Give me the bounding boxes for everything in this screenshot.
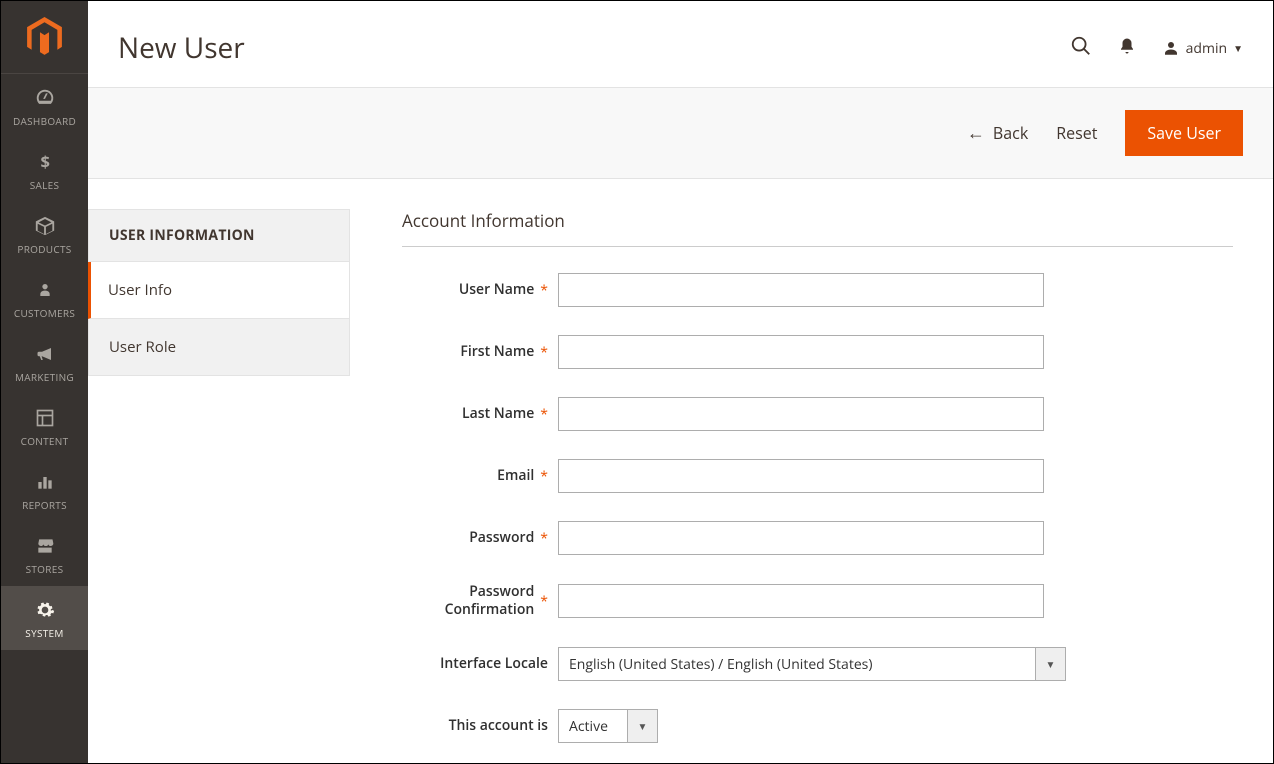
tab-label: User Role (109, 337, 176, 357)
nav-products[interactable]: PRODUCTS (1, 202, 88, 266)
label-username: User Name (459, 281, 534, 299)
megaphone-icon (34, 343, 56, 365)
nav-dashboard[interactable]: DASHBOARD (1, 74, 88, 138)
locale-select[interactable]: English (United States) / English (Unite… (558, 647, 1036, 681)
label-locale: Interface Locale (440, 655, 548, 673)
label-password-confirm: Password Confirmation (402, 583, 534, 619)
nav-label: REPORTS (22, 498, 67, 512)
tab-user-info[interactable]: User Info (88, 262, 350, 319)
nav-reports[interactable]: REPORTS (1, 458, 88, 522)
gauge-icon (34, 87, 56, 109)
action-bar: ← Back Reset Save User (88, 87, 1273, 179)
row-email: Email * (402, 459, 1233, 493)
caret-down-icon: ▼ (1233, 41, 1243, 55)
nav-label: STORES (26, 562, 64, 576)
label-account-is: This account is (449, 717, 548, 735)
locale-dropdown-button[interactable]: ▼ (1036, 647, 1066, 681)
storefront-icon (34, 535, 56, 557)
back-button[interactable]: ← Back (967, 121, 1028, 145)
arrow-left-icon: ← (967, 121, 985, 145)
row-firstname: First Name * (402, 335, 1233, 369)
nav-label: PRODUCTS (17, 242, 71, 256)
header-actions: admin ▼ (1070, 35, 1243, 62)
form-area: Account Information User Name * First Na… (402, 209, 1243, 763)
nav-label: CONTENT (21, 434, 69, 448)
required-mark: * (540, 281, 548, 300)
required-mark: * (540, 467, 548, 486)
row-lastname: Last Name * (402, 397, 1233, 431)
nav-sales[interactable]: $ SALES (1, 138, 88, 202)
nav-label: SYSTEM (25, 626, 63, 640)
content: USER INFORMATION User Info User Role Acc… (88, 179, 1273, 763)
lastname-input[interactable] (558, 397, 1044, 431)
nav-content[interactable]: CONTENT (1, 394, 88, 458)
label-password: Password (469, 529, 534, 547)
person-icon (34, 279, 56, 301)
nav-stores[interactable]: STORES (1, 522, 88, 586)
page-title: New User (118, 29, 245, 67)
nav-label: MARKETING (15, 370, 74, 384)
row-username: User Name * (402, 273, 1233, 307)
username-input[interactable] (558, 273, 1044, 307)
firstname-input[interactable] (558, 335, 1044, 369)
required-mark: * (540, 405, 548, 424)
nav-label: CUSTOMERS (14, 306, 75, 320)
nav-customers[interactable]: CUSTOMERS (1, 266, 88, 330)
tabs-panel: USER INFORMATION User Info User Role (88, 209, 350, 763)
label-lastname: Last Name (462, 405, 534, 423)
required-mark: * (540, 343, 548, 362)
email-input[interactable] (558, 459, 1044, 493)
tab-label: User Info (108, 280, 172, 300)
main-area: New User admin ▼ ← Back (88, 1, 1273, 763)
layout-icon (34, 407, 56, 429)
svg-text:$: $ (40, 151, 49, 173)
reset-label: Reset (1056, 122, 1097, 144)
notifications-icon[interactable] (1118, 37, 1136, 60)
dollar-icon: $ (34, 151, 56, 173)
tab-user-role[interactable]: User Role (88, 319, 350, 376)
nav-label: SALES (30, 178, 60, 192)
label-email: Email (497, 467, 534, 485)
section-title: Account Information (402, 209, 1233, 247)
magento-logo-icon (27, 17, 62, 57)
required-mark: * (540, 529, 548, 548)
tabs-header: USER INFORMATION (88, 209, 350, 262)
admin-account-menu[interactable]: admin ▼ (1162, 39, 1243, 58)
row-password: Password * (402, 521, 1233, 555)
row-password-confirm: Password Confirmation * (402, 583, 1233, 619)
search-icon[interactable] (1070, 35, 1092, 62)
row-account-is: This account is Active ▼ (402, 709, 1233, 743)
back-label: Back (993, 122, 1028, 144)
row-locale: Interface Locale English (United States)… (402, 647, 1233, 681)
password-input[interactable] (558, 521, 1044, 555)
admin-label: admin (1186, 39, 1227, 58)
logo[interactable] (1, 1, 88, 74)
reset-button[interactable]: Reset (1056, 122, 1097, 144)
user-icon (1162, 39, 1180, 57)
nav-system[interactable]: SYSTEM (1, 586, 88, 650)
account-status-dropdown-button[interactable]: ▼ (628, 709, 658, 743)
save-user-button[interactable]: Save User (1125, 110, 1243, 156)
caret-down-icon: ▼ (638, 719, 648, 733)
nav-label: DASHBOARD (13, 114, 76, 128)
bars-icon (34, 471, 56, 493)
caret-down-icon: ▼ (1046, 657, 1056, 671)
password-confirm-input[interactable] (558, 584, 1044, 618)
box-icon (34, 215, 56, 237)
gear-icon (34, 599, 56, 621)
nav-marketing[interactable]: MARKETING (1, 330, 88, 394)
label-firstname: First Name (460, 343, 534, 361)
required-mark: * (540, 592, 548, 611)
account-status-select[interactable]: Active (558, 709, 628, 743)
page-header: New User admin ▼ (88, 1, 1273, 87)
sidebar: DASHBOARD $ SALES PRODUCTS CUSTOMERS MAR… (1, 1, 88, 763)
